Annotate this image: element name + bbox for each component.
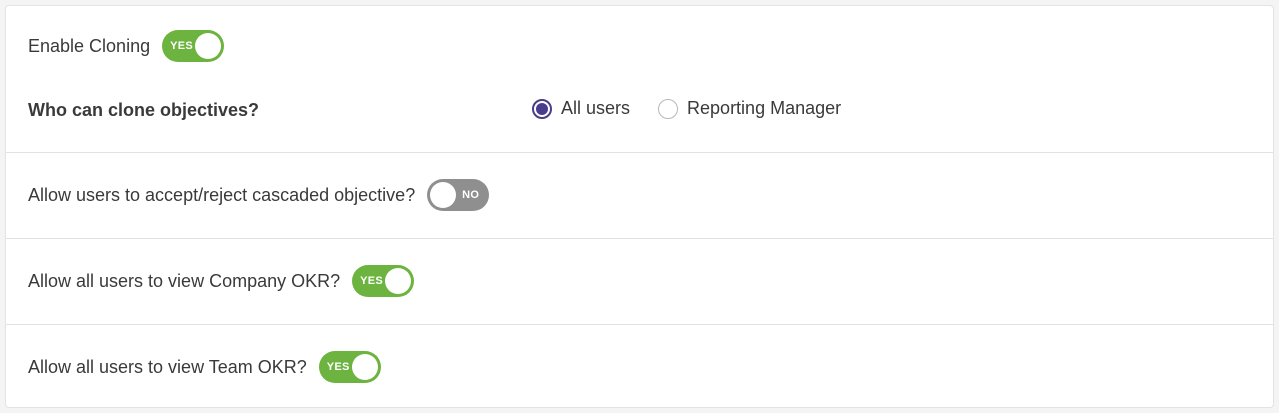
team-okr-label: Allow all users to view Team OKR? xyxy=(28,356,307,377)
radio-reporting-manager-label[interactable]: Reporting Manager xyxy=(687,98,841,119)
radio-option-all-users[interactable]: All users xyxy=(532,98,630,119)
toggle-text: NO xyxy=(462,189,480,201)
cloning-section: Enable Cloning YES Who can clone objecti… xyxy=(6,6,1273,153)
toggle-knob xyxy=(385,268,412,294)
team-okr-toggle[interactable]: YES xyxy=(318,351,381,383)
enable-cloning-row: Enable Cloning YES xyxy=(28,30,225,62)
company-okr-label: Allow all users to view Company OKR? xyxy=(28,270,341,291)
toggle-text: YES xyxy=(170,40,194,52)
radio-reporting-manager[interactable] xyxy=(658,98,679,119)
toggle-text: YES xyxy=(326,361,350,373)
team-okr-section: Allow all users to view Team OKR? YES xyxy=(6,325,1273,409)
team-okr-row: Allow all users to view Team OKR? YES xyxy=(28,351,381,383)
enable-cloning-toggle[interactable]: YES xyxy=(162,30,225,62)
who-can-clone-radio-group: All users Reporting Manager xyxy=(532,98,869,119)
toggle-text: YES xyxy=(360,275,384,287)
company-okr-row: Allow all users to view Company OKR? YES xyxy=(28,265,415,297)
accept-reject-section: Allow users to accept/reject cascaded ob… xyxy=(6,153,1273,239)
company-okr-section: Allow all users to view Company OKR? YES xyxy=(6,239,1273,325)
company-okr-toggle[interactable]: YES xyxy=(352,265,415,297)
toggle-knob xyxy=(351,354,378,380)
accept-reject-toggle[interactable]: NO xyxy=(427,179,490,211)
who-can-clone-label: Who can clone objectives? xyxy=(28,100,260,120)
accept-reject-label: Allow users to accept/reject cascaded ob… xyxy=(28,184,416,205)
who-can-clone-row: Who can clone objectives? xyxy=(28,100,259,121)
enable-cloning-label: Enable Cloning xyxy=(28,35,151,56)
radio-option-reporting-manager[interactable]: Reporting Manager xyxy=(658,98,841,119)
settings-card: Enable Cloning YES Who can clone objecti… xyxy=(5,5,1274,408)
toggle-knob xyxy=(430,182,457,208)
radio-all-users-label[interactable]: All users xyxy=(561,98,630,119)
radio-all-users[interactable] xyxy=(532,98,552,119)
toggle-knob xyxy=(195,33,222,59)
accept-reject-row: Allow users to accept/reject cascaded ob… xyxy=(28,179,490,211)
